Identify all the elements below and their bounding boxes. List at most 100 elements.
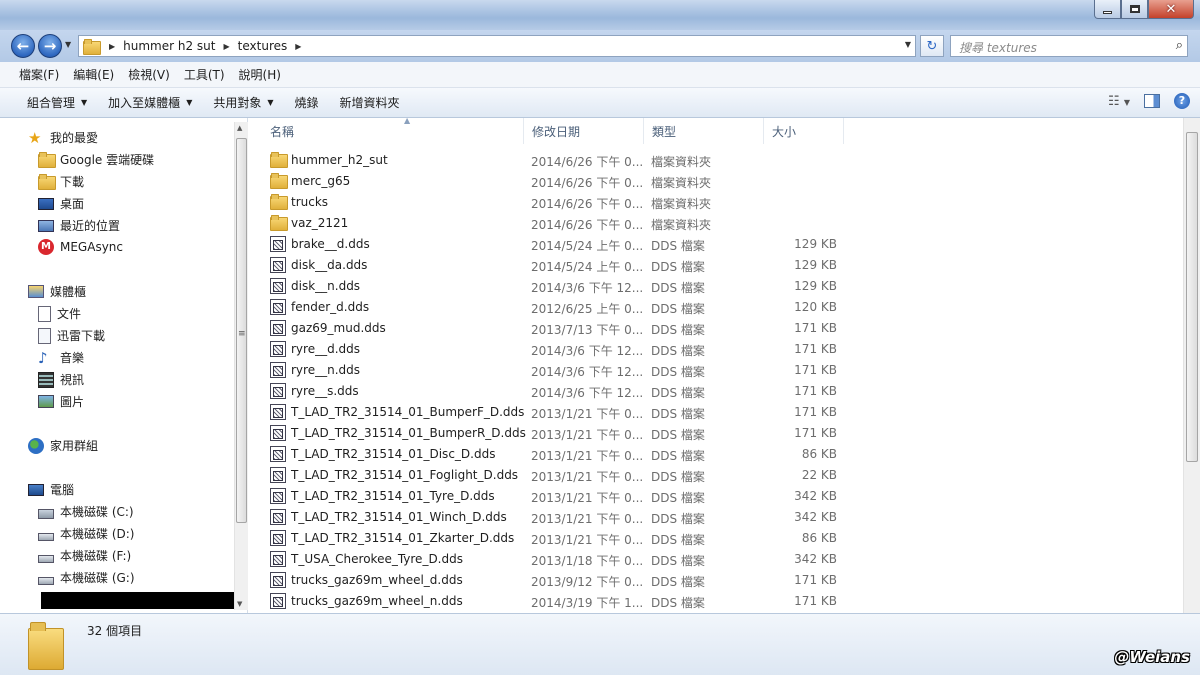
file-row[interactable]: trucks_gaz69m_wheel_n.dds 2014/3/19 下午 1.… [270,591,1090,612]
file-row[interactable]: T_USA_Cherokee_Tyre_D.dds 2013/1/18 下午 0.… [270,549,1090,570]
nav-computer[interactable]: 電腦 [28,481,74,498]
file-type: DDS 檔案 [651,281,705,295]
file-row[interactable]: disk__n.dds 2014/3/6 下午 12... DDS 檔案 129 KB [270,276,1090,297]
nav-drive-g[interactable]: 本機磁碟 (G:) [38,569,135,586]
breadcrumb-item[interactable]: textures [238,39,288,53]
nav-megasync[interactable]: M MEGAsync [38,239,123,255]
nav-drive-d[interactable]: 本機磁碟 (D:) [38,525,134,542]
library-icon [28,285,44,298]
file-row[interactable]: T_LAD_TR2_31514_01_Tyre_D.dds 2013/1/21 下… [270,486,1090,507]
file-row[interactable]: brake__d.dds 2014/5/24 上午 0... DDS 檔案 129 K… [270,234,1090,255]
column-header-name[interactable]: ▲ 名稱 [262,116,524,144]
column-header-date[interactable]: 修改日期 [524,118,644,144]
address-history-dropdown[interactable]: ▼ [905,40,911,49]
file-date: 2013/1/21 下午 0... [531,470,644,484]
refresh-button[interactable]: ↻ [920,35,944,57]
menu-edit[interactable]: 編輯(E) [66,66,121,83]
file-row[interactable]: T_LAD_TR2_31514_01_BumperR_D.dds 2013/1/2… [270,423,1090,444]
drive-icon [38,554,54,563]
breadcrumb-separator-icon[interactable]: ▶ [295,42,301,51]
nav-drive-f[interactable]: 本機磁碟 (F:) [38,547,131,564]
nav-google-drive[interactable]: Google 雲端硬碟 [38,151,154,168]
nav-thunder-downloads[interactable]: 迅雷下載 [38,327,105,344]
menu-view[interactable]: 檢視(V) [121,66,177,83]
dds-file-icon [270,572,286,588]
nav-favorites[interactable]: ★ 我的最愛 [28,129,98,146]
preview-pane-icon[interactable] [1144,94,1160,108]
burn-button[interactable]: 燒錄 [288,94,333,111]
file-row[interactable]: trucks 2014/6/26 下午 0... 檔案資料夾 [270,192,1090,213]
new-folder-button[interactable]: 新增資料夾 [333,94,414,111]
file-row[interactable]: ryre__d.dds 2014/3/6 下午 12... DDS 檔案 171 KB [270,339,1090,360]
file-list-scrollbar[interactable] [1183,118,1200,613]
file-row[interactable]: T_LAD_TR2_31514_01_Foglight_D.dds 2013/1/… [270,465,1090,486]
file-row[interactable]: T_LAD_TR2_31514_01_Zkarter_D.dds 2013/1/2… [270,528,1090,549]
menu-help[interactable]: 說明(H) [232,66,288,83]
organize-button[interactable]: 組合管理 ▼ [20,94,101,111]
scroll-up-icon[interactable]: ▲ [237,124,242,132]
breadcrumb-item[interactable]: hummer h2 sut [123,39,215,53]
address-bar[interactable]: ▶ hummer h2 sut ▶ textures ▶ ▼ [78,35,916,57]
forward-button[interactable]: → [38,34,62,58]
nav-drive-c[interactable]: 本機磁碟 (C:) [38,503,134,520]
breadcrumb-separator-icon[interactable]: ▶ [224,42,230,51]
nav-scrollbar[interactable]: ▲ ▼ [234,122,248,610]
file-row[interactable]: disk__da.dds 2014/5/24 上午 0... DDS 檔案 129 K… [270,255,1090,276]
nav-label: 迅雷下載 [57,329,106,343]
file-date: 2013/7/13 下午 0... [531,323,644,337]
file-date: 2014/3/6 下午 12... [531,344,644,358]
scroll-down-icon[interactable]: ▼ [237,600,242,608]
file-row[interactable]: trucks_gaz69m_wheel_d.dds 2013/9/12 下午 0.… [270,570,1090,591]
menu-file[interactable]: 檔案(F) [12,66,66,83]
nav-videos[interactable]: 視訊 [38,371,84,388]
nav-downloads[interactable]: 下載 [38,173,84,190]
back-button[interactable]: ← [11,34,35,58]
file-list-scroll-thumb[interactable] [1186,132,1198,462]
file-size: 171 KB [794,426,837,440]
file-row[interactable]: vaz_2121 2014/6/26 下午 0... 檔案資料夾 [270,213,1090,234]
file-row[interactable]: hummer_h2_sut 2014/6/26 下午 0... 檔案資料夾 [270,150,1090,171]
nav-documents[interactable]: 文件 [38,305,81,322]
view-options-button[interactable]: ☷ ▼ [1108,94,1130,109]
nav-homegroup[interactable]: 家用群組 [28,437,98,454]
file-row[interactable]: T_LAD_TR2_31514_01_Winch_D.dds 2013/1/21 … [270,507,1090,528]
nav-recent-places[interactable]: 最近的位置 [38,217,120,234]
menu-tools[interactable]: 工具(T) [177,66,232,83]
share-button[interactable]: 共用對象 ▼ [206,94,287,111]
dds-file-icon [270,404,286,420]
file-name: disk__da.dds [291,258,368,272]
help-icon[interactable]: ? [1174,93,1190,109]
search-input[interactable]: 搜尋 textures ⌕ [950,35,1188,57]
search-icon[interactable]: ⌕ [1176,38,1183,53]
file-row[interactable]: merc_g65 2014/6/26 下午 0... 檔案資料夾 [270,171,1090,192]
arrow-left-icon: ← [16,37,30,55]
maximize-button[interactable] [1121,0,1148,19]
file-row[interactable]: T_LAD_TR2_31514_01_BumperF_D.dds 2013/1/2… [270,402,1090,423]
minimize-button[interactable] [1094,0,1121,19]
file-row[interactable]: ryre__n.dds 2014/3/6 下午 12... DDS 檔案 171 KB [270,360,1090,381]
file-size: 129 KB [794,258,837,272]
nav-scroll-thumb[interactable] [236,138,247,523]
add-to-library-button[interactable]: 加入至媒體櫃 ▼ [101,94,206,111]
file-type: DDS 檔案 [651,344,705,358]
file-name: fender_d.dds [291,300,370,314]
file-row[interactable]: T_LAD_TR2_31514_01_Disc_D.dds 2013/1/21 下… [270,444,1090,465]
nav-music[interactable]: ♪ 音樂 [38,349,84,366]
nav-desktop[interactable]: 桌面 [38,195,84,212]
nav-pictures[interactable]: 圖片 [38,393,84,410]
file-type: DDS 檔案 [651,533,705,547]
file-type: DDS 檔案 [651,323,705,337]
close-button[interactable]: ✕ [1148,0,1194,19]
column-header-size[interactable]: 大小 [764,118,844,144]
column-header-type[interactable]: 類型 [644,118,764,144]
breadcrumb-separator-icon[interactable]: ▶ [109,42,115,51]
file-size: 171 KB [794,321,837,335]
file-row[interactable]: gaz69_mud.dds 2013/7/13 下午 0... DDS 檔案 171 … [270,318,1090,339]
nav-libraries[interactable]: 媒體櫃 [28,283,86,300]
folder-icon [270,152,288,168]
dds-file-icon [270,488,286,504]
file-row[interactable]: fender_d.dds 2012/6/25 上午 0... DDS 檔案 120 K… [270,297,1090,318]
recent-pages-dropdown[interactable]: ▼ [65,40,75,52]
file-row[interactable]: ryre__s.dds 2014/3/6 下午 12... DDS 檔案 171 KB [270,381,1090,402]
nav-label: 電腦 [50,483,75,497]
